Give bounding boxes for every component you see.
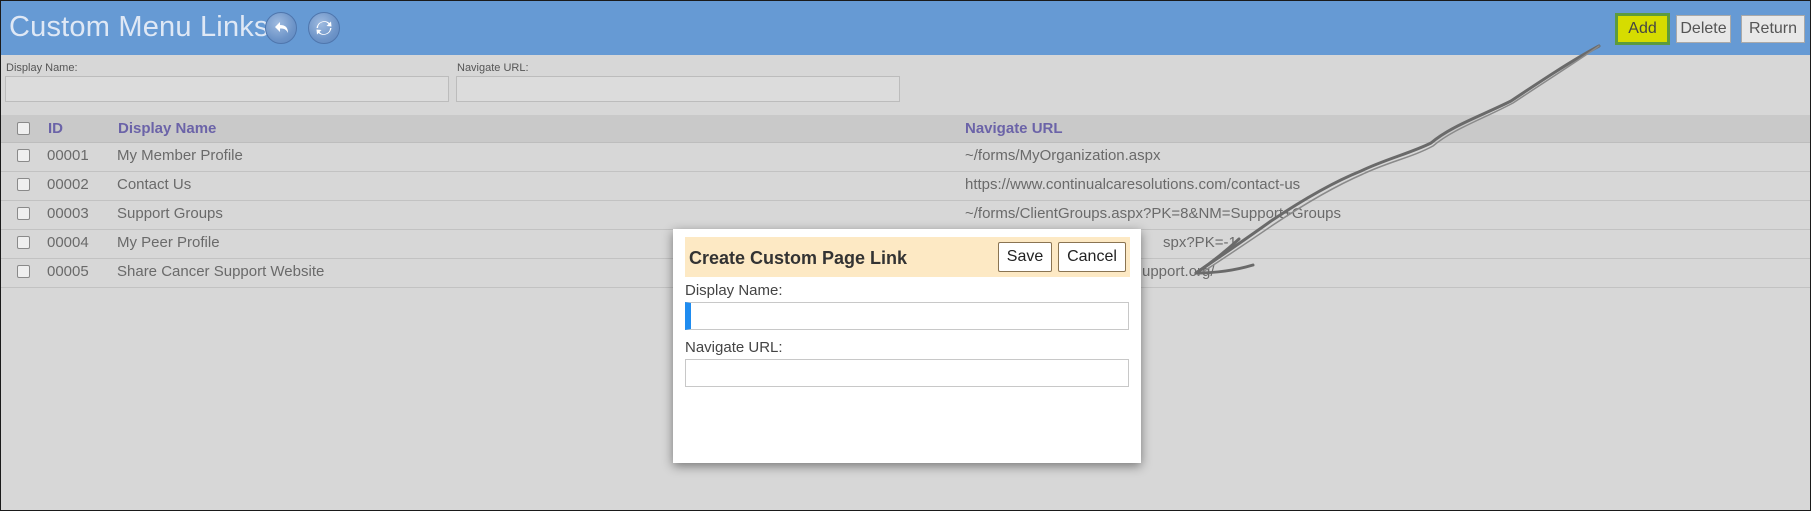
dialog-display-name-input[interactable] — [685, 302, 1129, 330]
dialog-display-name-label: Display Name: — [685, 282, 783, 299]
save-button[interactable]: Save — [998, 242, 1052, 272]
dialog-navigate-url-label: Navigate URL: — [685, 339, 783, 356]
create-link-dialog: Create Custom Page Link Save Cancel Disp… — [673, 229, 1141, 463]
cancel-button[interactable]: Cancel — [1058, 242, 1126, 272]
dialog-title: Create Custom Page Link — [689, 248, 908, 268]
dialog-title-bar: Create Custom Page Link Save Cancel — [685, 237, 1130, 277]
app-window: Custom Menu Links Add Delete Return Disp… — [0, 0, 1811, 511]
dialog-navigate-url-input[interactable] — [685, 359, 1129, 387]
